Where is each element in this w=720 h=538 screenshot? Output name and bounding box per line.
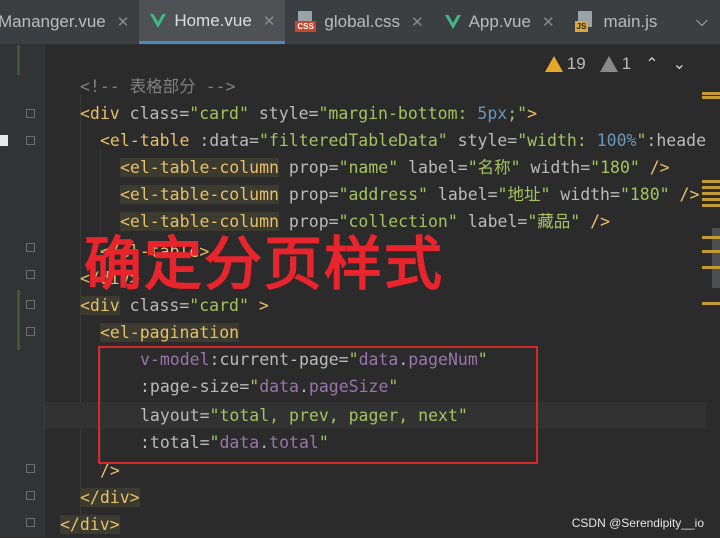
fold-icon[interactable] <box>26 464 35 473</box>
fold-icon[interactable] <box>26 327 35 336</box>
fold-icon[interactable] <box>26 518 35 527</box>
tab-main-js[interactable]: JS main.js <box>565 0 668 44</box>
code-line[interactable]: <el-pagination <box>100 319 240 346</box>
warning-stripe-marker[interactable] <box>702 180 720 183</box>
tab-home-vue[interactable]: Home.vue ✕ <box>139 0 286 44</box>
close-icon[interactable]: ✕ <box>411 13 424 31</box>
fold-icon[interactable] <box>26 109 35 118</box>
tab-label: global.css <box>324 12 400 31</box>
close-icon[interactable]: ✕ <box>542 13 555 31</box>
code-line[interactable]: </div> <box>60 511 120 538</box>
code-line[interactable]: </div> <box>80 484 140 511</box>
warning-stripe-marker[interactable] <box>702 192 720 195</box>
warning-stripe-marker[interactable] <box>702 236 720 239</box>
tab-mananger-vue[interactable]: Mananger.vue ✕ <box>0 0 139 44</box>
tab-label: App.vue <box>468 12 531 31</box>
tab-label: Home.vue <box>174 10 252 30</box>
fold-icon[interactable] <box>26 270 35 279</box>
fold-icon[interactable] <box>26 300 35 309</box>
warning-stripe-marker[interactable] <box>702 204 720 207</box>
warning-stripe-marker[interactable] <box>702 302 720 305</box>
chevron-up-icon[interactable]: ⌃ <box>645 54 658 74</box>
vcs-change-marker <box>17 45 20 75</box>
code-line[interactable]: <el-table-column prop="address" label="地… <box>120 181 699 208</box>
warning-stripe-marker[interactable] <box>702 186 720 189</box>
tab-label: main.js <box>603 12 658 31</box>
weak-warnings-count[interactable]: 1 <box>599 54 631 74</box>
breakpoint-marker <box>0 135 8 146</box>
chevron-down-icon[interactable]: ⌄ <box>673 54 686 74</box>
warning-icon <box>544 56 563 72</box>
code-line[interactable]: <!-- 表格部分 --> <box>80 73 235 100</box>
warning-stripe-marker[interactable] <box>702 266 720 269</box>
vue-icon <box>150 13 167 28</box>
css-file-icon: CSS <box>295 11 317 33</box>
vue-icon <box>444 15 461 29</box>
inspection-widget[interactable]: 19 1 ⌃ ⌄ <box>544 54 686 74</box>
gutter-divider <box>44 45 45 537</box>
code-line[interactable]: <div class="card" style="margin-bottom: … <box>80 100 537 127</box>
editor-tab-bar: Mananger.vue ✕ Home.vue ✕ CSS global.css… <box>0 0 720 45</box>
fold-icon[interactable] <box>26 136 35 145</box>
fold-icon[interactable] <box>26 491 35 500</box>
vcs-change-marker <box>17 290 20 350</box>
tab-global-css[interactable]: CSS global.css ✕ <box>285 0 433 44</box>
fold-icon[interactable] <box>26 243 35 252</box>
watermark: CSDN @Serendipity__io <box>571 516 704 530</box>
error-stripe <box>706 45 720 537</box>
warnings-count[interactable]: 19 <box>544 54 586 74</box>
warning-stripe-marker[interactable] <box>702 96 720 99</box>
close-icon[interactable]: ✕ <box>117 13 130 31</box>
warning-stripe-marker[interactable] <box>702 198 720 201</box>
weak-warning-icon <box>599 56 618 72</box>
tab-app-vue[interactable]: App.vue ✕ <box>434 0 565 44</box>
annotation-text: 确定分页样式 <box>84 230 445 298</box>
tab-label: Mananger.vue <box>0 12 106 31</box>
code-line[interactable]: <el-table :data="filteredTableData" styl… <box>100 127 716 154</box>
warning-stripe-marker[interactable] <box>702 92 720 95</box>
editor-gutter <box>0 45 44 537</box>
close-icon[interactable]: ✕ <box>263 12 276 30</box>
tab-list-chevron-icon[interactable]: ⌵ <box>684 0 720 44</box>
code-line[interactable]: <el-table-column prop="name" label="名称" … <box>120 154 670 181</box>
warning-stripe-marker[interactable] <box>702 250 720 253</box>
annotation-highlight-box <box>98 346 538 464</box>
js-file-icon: JS <box>574 11 597 33</box>
